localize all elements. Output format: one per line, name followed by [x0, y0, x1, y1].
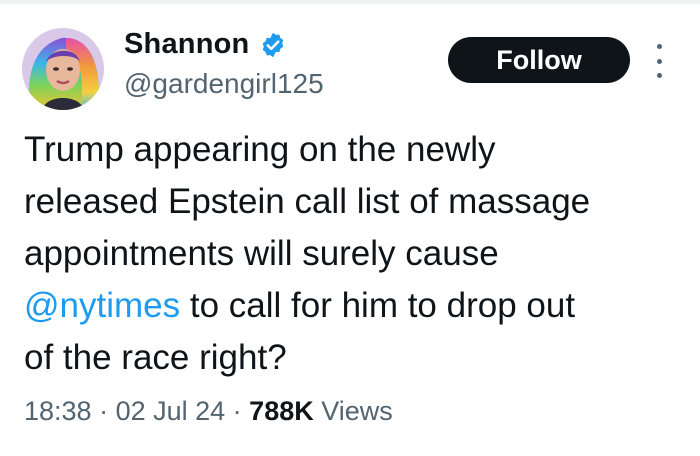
- verified-badge-icon: [263, 32, 284, 57]
- divider: [0, 0, 700, 4]
- tweet-time[interactable]: 18:38: [24, 396, 92, 426]
- dot-icon: [656, 44, 662, 49]
- tweet-date[interactable]: 02 Jul 24: [116, 396, 226, 426]
- tweet-text: Trump appearing on the newly released Ep…: [24, 124, 684, 384]
- dot-icon: [656, 73, 662, 78]
- tweet-line: Trump appearing on the newly: [24, 130, 496, 169]
- tweet-line: of the race right?: [24, 338, 287, 377]
- profile-photo-icon: [22, 28, 104, 110]
- author-name-row: Shannon: [124, 28, 287, 61]
- tweet-meta: 18:38 · 02 Jul 24 · 788K Views: [24, 396, 393, 427]
- tweet-line: released Epstein call list of massage: [24, 182, 591, 221]
- views-count: 788K: [249, 396, 314, 426]
- tweet-card: Shannon @gardengirl125 Follow Trump appe…: [0, 0, 700, 456]
- tweet-line: @nytimes to call for him to drop out: [24, 280, 684, 332]
- more-options-icon[interactable]: [652, 44, 666, 78]
- dot-icon: [656, 58, 662, 64]
- mention-link[interactable]: @nytimes: [24, 286, 180, 325]
- tweet-line-text: to call for him to drop out: [180, 286, 576, 325]
- avatar[interactable]: [22, 28, 104, 110]
- views-label: Views: [313, 396, 393, 426]
- separator: ·: [91, 396, 116, 426]
- display-name[interactable]: Shannon: [124, 28, 249, 61]
- separator: ·: [225, 396, 250, 426]
- follow-button[interactable]: Follow: [448, 37, 630, 83]
- tweet-line: appointments will surely cause: [24, 234, 499, 273]
- user-handle[interactable]: @gardengirl125: [124, 68, 324, 100]
